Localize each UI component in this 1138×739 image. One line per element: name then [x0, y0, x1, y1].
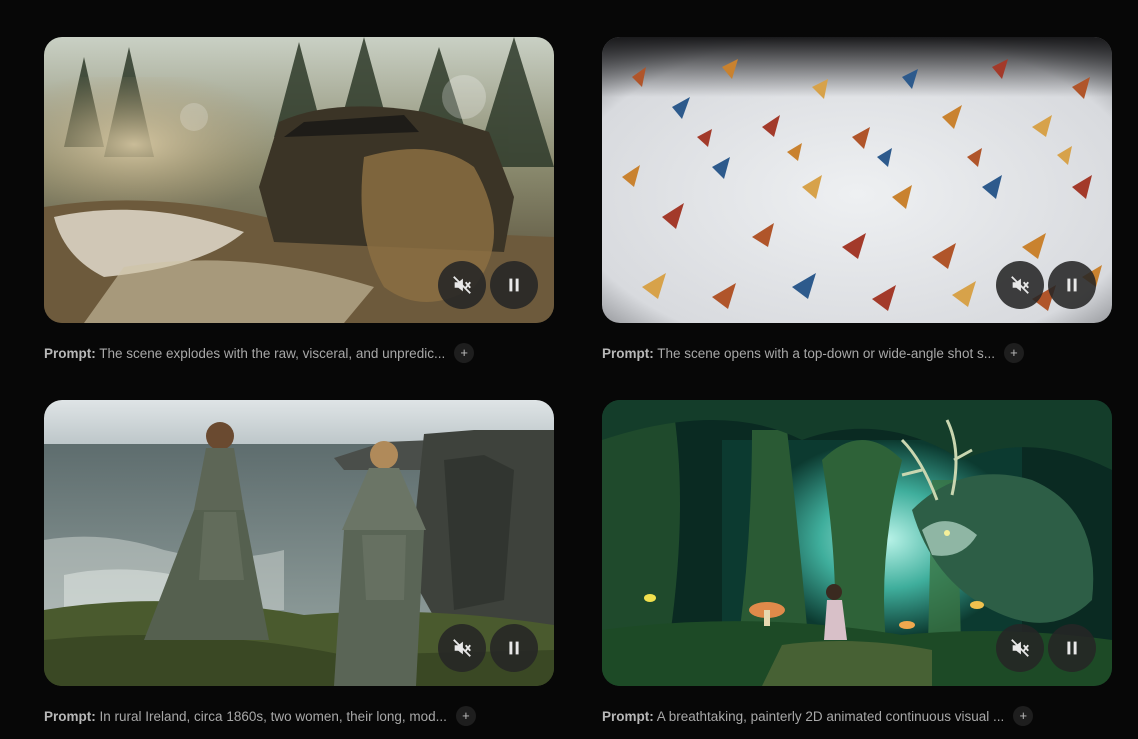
prompt-caption: Prompt: In rural Ireland, circa 1860s, t… — [44, 704, 554, 728]
prompt-body: The scene explodes with the raw, viscera… — [99, 345, 446, 361]
expand-prompt-button[interactable]: + — [455, 706, 476, 726]
pause-icon — [1067, 278, 1077, 292]
prompt-text: Prompt: The scene explodes with the raw,… — [44, 346, 445, 361]
volume-off-icon — [453, 276, 471, 294]
prompt-caption: Prompt: The scene explodes with the raw,… — [44, 341, 554, 365]
pause-icon — [509, 641, 519, 655]
prompt-caption: Prompt: A breathtaking, painterly 2D ani… — [602, 704, 1112, 728]
video-player[interactable] — [44, 400, 554, 686]
video-player[interactable] — [44, 37, 554, 323]
video-player[interactable] — [602, 400, 1112, 686]
video-card: Prompt: A breathtaking, painterly 2D ani… — [602, 400, 1112, 726]
mute-button[interactable] — [996, 624, 1044, 672]
prompt-caption: Prompt: The scene opens with a top-down … — [602, 341, 1112, 365]
pause-icon — [509, 278, 519, 292]
volume-off-icon — [1011, 639, 1029, 657]
mute-button[interactable] — [438, 624, 486, 672]
volume-off-icon — [453, 639, 471, 657]
mute-button[interactable] — [438, 261, 486, 309]
expand-prompt-button[interactable]: + — [1013, 706, 1034, 726]
pause-icon — [1067, 641, 1077, 655]
prompt-body: In rural Ireland, circa 1860s, two women… — [99, 708, 447, 724]
prompt-text: Prompt: The scene opens with a top-down … — [602, 346, 995, 361]
video-gallery: Prompt: The scene explodes with the raw,… — [0, 0, 1138, 739]
expand-prompt-button[interactable]: + — [1003, 343, 1024, 363]
mute-button[interactable] — [996, 261, 1044, 309]
video-player[interactable] — [602, 37, 1112, 323]
prompt-body: A breathtaking, painterly 2D animated co… — [656, 708, 1005, 724]
pause-button[interactable] — [490, 261, 538, 309]
volume-off-icon — [1011, 276, 1029, 294]
pause-button[interactable] — [1048, 624, 1096, 672]
video-card: Prompt: The scene opens with a top-down … — [602, 37, 1112, 363]
prompt-body: The scene opens with a top-down or wide-… — [657, 345, 995, 361]
prompt-label: Prompt: — [44, 345, 96, 361]
pause-button[interactable] — [1048, 261, 1096, 309]
prompt-text: Prompt: In rural Ireland, circa 1860s, t… — [44, 709, 447, 724]
video-card: Prompt: The scene explodes with the raw,… — [44, 37, 554, 363]
prompt-label: Prompt: — [44, 708, 96, 724]
prompt-text: Prompt: A breathtaking, painterly 2D ani… — [602, 709, 1004, 724]
expand-prompt-button[interactable]: + — [454, 343, 475, 363]
prompt-label: Prompt: — [602, 345, 654, 361]
prompt-label: Prompt: — [602, 708, 654, 724]
pause-button[interactable] — [490, 624, 538, 672]
video-card: Prompt: In rural Ireland, circa 1860s, t… — [44, 400, 554, 726]
